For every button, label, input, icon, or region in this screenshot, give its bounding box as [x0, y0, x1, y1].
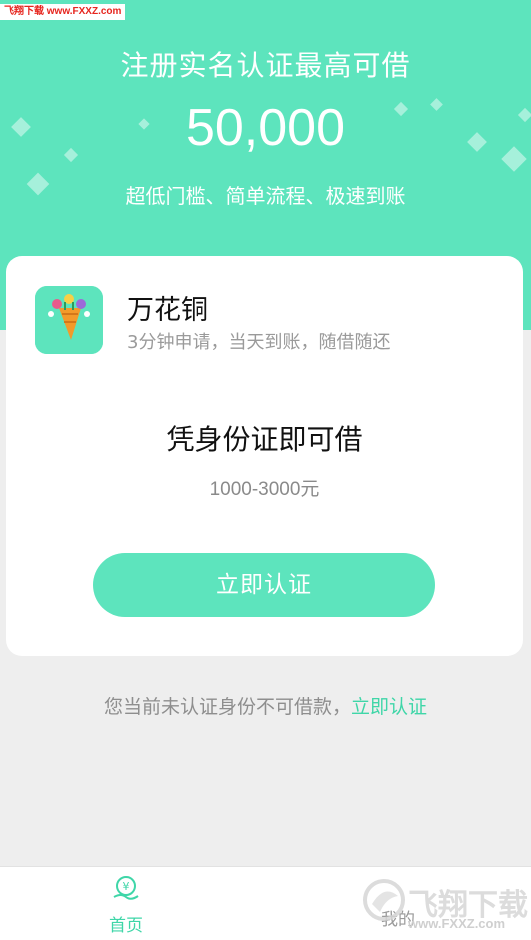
watermark-url: www.FXXZ.com: [408, 916, 506, 931]
loan-headline: 凭身份证即可借: [166, 423, 363, 456]
app-name: 万花铜: [127, 295, 208, 326]
verify-now-button[interactable]: 立即认证: [93, 553, 435, 617]
svg-text:¥: ¥: [123, 880, 130, 893]
loan-range: 1000-3000元: [209, 479, 320, 500]
tab-home[interactable]: ¥ 首页: [91, 875, 161, 939]
loan-card: 万花铜 3分钟申请，当天到账，随借随还 凭身份证即可借 1000-3000元 立…: [6, 256, 523, 656]
hero-amount: 50,000: [185, 99, 346, 157]
tab-home-label: 首页: [109, 916, 143, 936]
carrot-bouquet-icon: [35, 286, 103, 354]
notice-text: 您当前未认证身份不可借款，: [103, 696, 351, 718]
watermark-top: 飞翔下载 www.FXXZ.com: [0, 4, 126, 20]
verification-notice: 您当前未认证身份不可借款，立即认证: [0, 692, 531, 719]
yen-hand-icon: ¥: [111, 876, 141, 907]
verify-now-link[interactable]: 立即认证: [351, 696, 427, 718]
hero-subtitle: 超低门槛、简单流程、极速到账: [125, 184, 406, 208]
hero-title: 注册实名认证最高可借: [120, 49, 411, 82]
app-description: 3分钟申请，当天到账，随借随还: [127, 332, 391, 353]
